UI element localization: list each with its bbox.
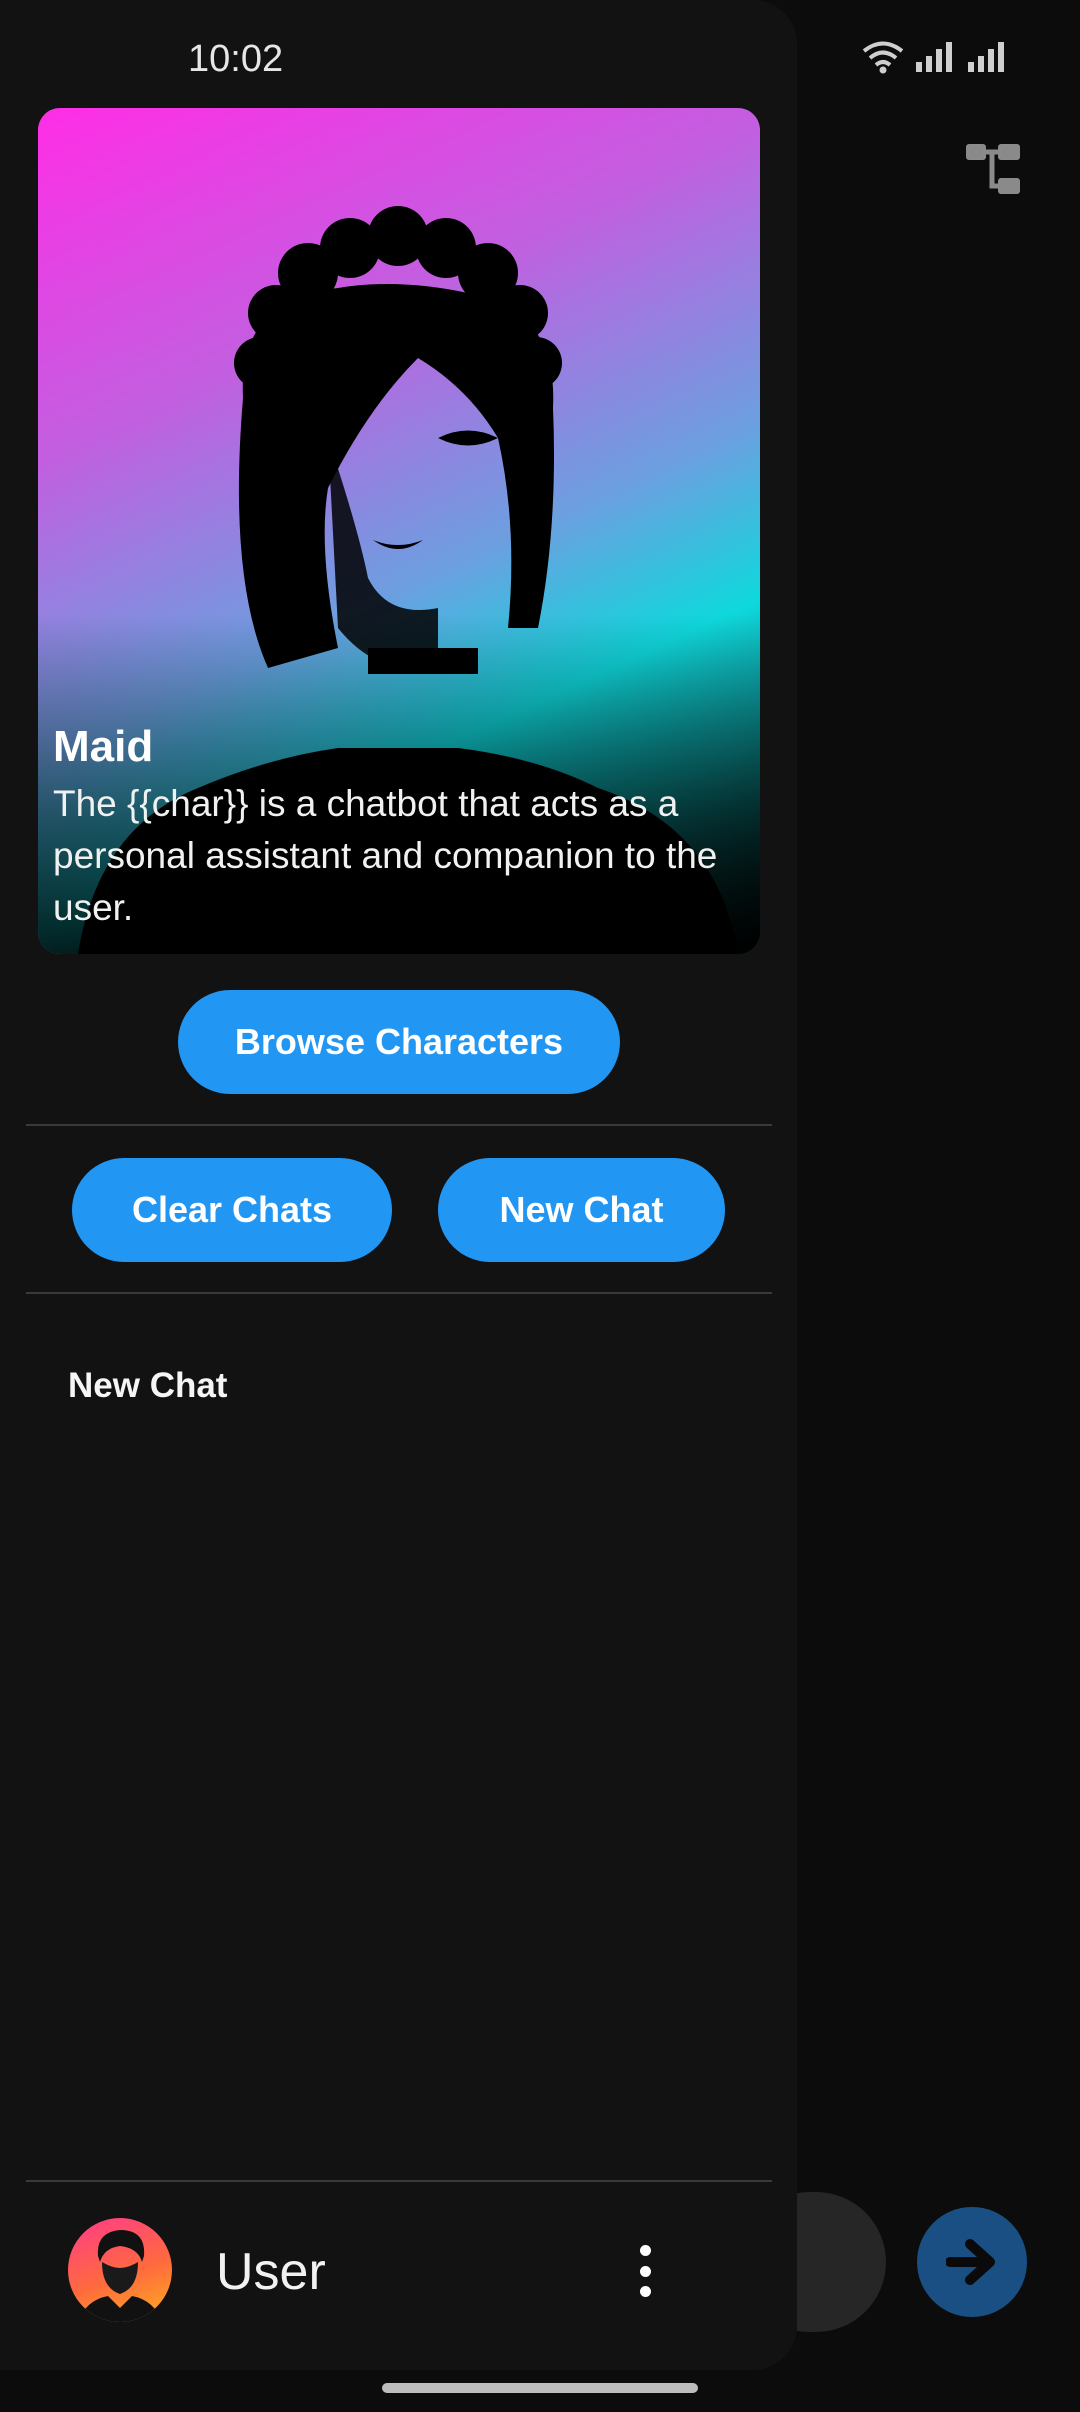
signal-icon — [968, 42, 1004, 72]
status-time: 10:02 — [188, 38, 284, 80]
new-chat-button[interactable]: New Chat — [438, 1158, 725, 1262]
user-avatar-image — [78, 2230, 162, 2322]
arrow-right-icon — [946, 2239, 995, 2285]
divider — [26, 1124, 772, 1126]
character-name: Maid — [53, 722, 154, 771]
avatar[interactable] — [68, 2218, 172, 2322]
navigation-drawer: 10:02 Maid The {{char}} is a chatbot tha… — [0, 0, 797, 2370]
signal-icon — [916, 42, 952, 72]
chat-list-item[interactable]: New Chat — [68, 1366, 227, 1406]
more-options-icon[interactable] — [630, 2245, 660, 2297]
status-icons — [862, 40, 1008, 74]
clear-chats-button[interactable]: Clear Chats — [72, 1158, 392, 1262]
divider — [26, 1292, 772, 1294]
character-description: The {{char}} is a chatbot that acts as a… — [53, 783, 718, 928]
divider — [26, 2180, 772, 2182]
browse-characters-button[interactable]: Browse Characters — [178, 990, 620, 1094]
home-indicator[interactable] — [382, 2383, 698, 2393]
send-button[interactable] — [917, 2207, 1027, 2317]
character-card[interactable]: Maid The {{char}} is a chatbot that acts… — [38, 108, 760, 954]
wifi-icon — [862, 41, 904, 74]
user-name[interactable]: User — [216, 2242, 326, 2302]
tree-view-icon[interactable] — [964, 140, 1024, 200]
